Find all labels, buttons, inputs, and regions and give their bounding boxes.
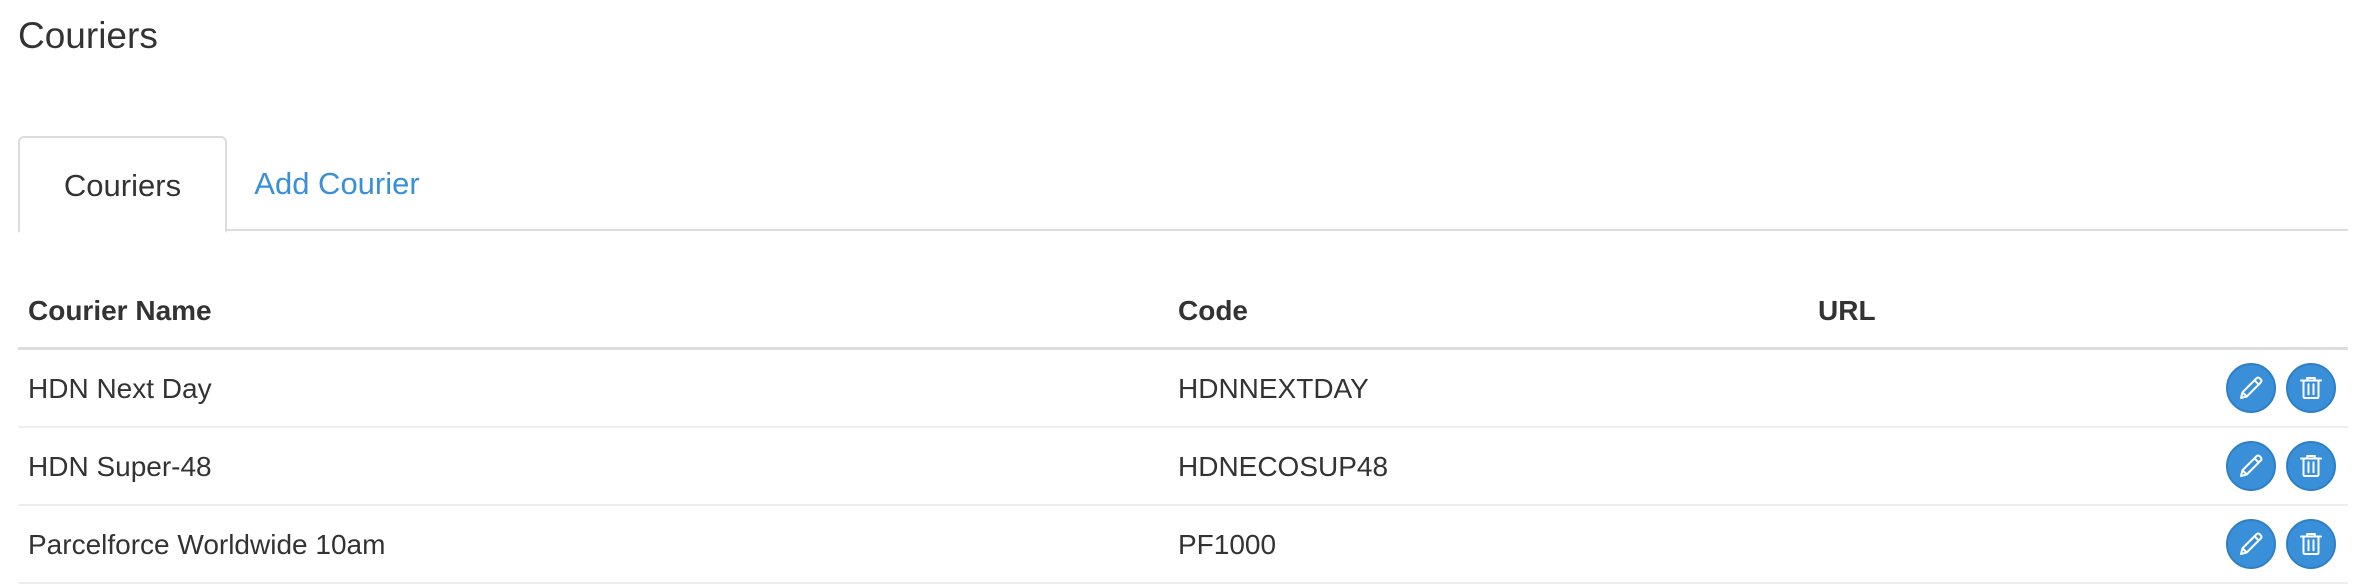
trash-icon: [2300, 533, 2322, 555]
courier-code-cell: HDNECOSUP48: [1178, 451, 1389, 482]
table-row: HDN Super-48 HDNECOSUP48: [18, 428, 2348, 506]
table-row: Parcelforce Worldwide 10am PF1000: [18, 506, 2348, 584]
courier-name-cell: HDN Super-48: [28, 451, 212, 482]
courier-code-cell: HDNNEXTDAY: [1178, 373, 1369, 404]
trash-icon: [2300, 377, 2322, 399]
pencil-icon: [2240, 532, 2263, 555]
couriers-page: Couriers Couriers Add Courier Courier Na…: [0, 0, 2354, 586]
tab-bar: Couriers Add Courier: [18, 136, 2348, 233]
courier-name-cell: HDN Next Day: [28, 373, 212, 404]
tab-add-courier[interactable]: Add Courier: [227, 136, 447, 231]
trash-icon: [2300, 455, 2322, 477]
courier-name-cell: Parcelforce Worldwide 10am: [28, 529, 386, 560]
pencil-icon: [2240, 454, 2263, 477]
row-actions: [2226, 363, 2336, 415]
delete-button[interactable]: [2286, 363, 2336, 413]
couriers-table: Courier Name Code URL HDN Next Day HDNNE…: [18, 272, 2348, 584]
page-title: Couriers: [18, 15, 158, 56]
row-actions: [2226, 519, 2336, 571]
pencil-icon: [2240, 376, 2263, 399]
edit-button[interactable]: [2226, 519, 2276, 569]
edit-button[interactable]: [2226, 363, 2276, 413]
tab-couriers[interactable]: Couriers: [18, 136, 227, 233]
delete-button[interactable]: [2286, 519, 2336, 569]
header-courier-name[interactable]: Courier Name: [28, 272, 212, 350]
header-code[interactable]: Code: [1178, 272, 1248, 350]
table-row: HDN Next Day HDNNEXTDAY: [18, 350, 2348, 428]
row-actions: [2226, 441, 2336, 493]
header-url[interactable]: URL: [1818, 272, 1876, 350]
edit-button[interactable]: [2226, 441, 2276, 491]
delete-button[interactable]: [2286, 441, 2336, 491]
table-header: Courier Name Code URL: [18, 272, 2348, 350]
courier-code-cell: PF1000: [1178, 529, 1277, 560]
